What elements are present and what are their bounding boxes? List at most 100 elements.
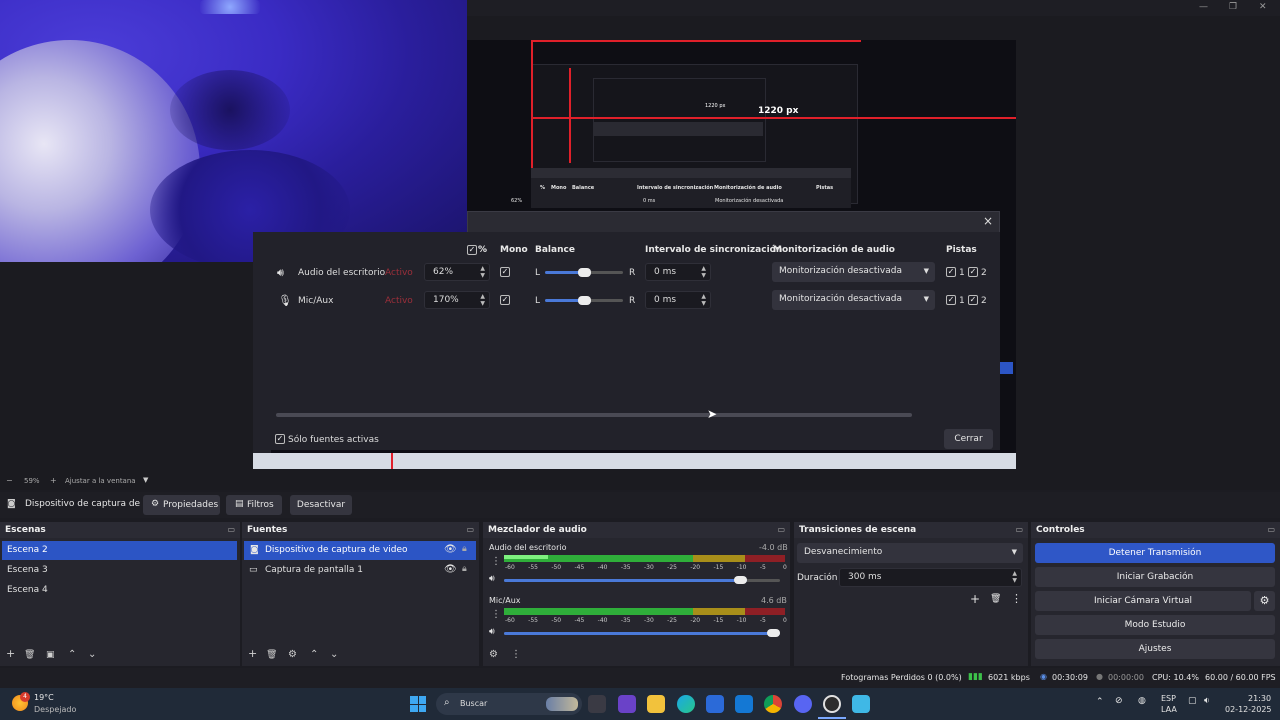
close-button[interactable]: Cerrar	[944, 429, 993, 449]
mixer-title: Mezclador de audio	[483, 522, 790, 538]
move-down-icon[interactable]: ⌄	[330, 649, 338, 660]
more-options-icon[interactable]: ⋮	[511, 649, 521, 660]
outlook-icon[interactable]	[735, 695, 753, 713]
speaker-icon[interactable]: 🔊︎	[489, 574, 495, 584]
horizontal-scrollbar[interactable]	[276, 413, 912, 417]
maximize-icon[interactable]: ❐	[1229, 2, 1237, 12]
file-explorer-icon[interactable]	[647, 695, 665, 713]
chevron-up-icon[interactable]: ⌃	[1096, 697, 1104, 707]
zoom-in-icon[interactable]: +	[50, 476, 57, 485]
add-icon[interactable]: +	[970, 592, 980, 606]
trash-icon[interactable]: 🗑︎	[990, 594, 1001, 604]
sync-input-desktop[interactable]: 0 ms ▲ ▼	[645, 263, 711, 281]
studio-mode-button[interactable]: Modo Estudio	[1035, 615, 1275, 635]
filter-icon[interactable]: ▣	[46, 650, 55, 660]
only-active-checkbox[interactable]: ✓	[275, 434, 285, 444]
source-item[interactable]: Dispositivo de captura de video	[244, 541, 476, 560]
close-window-icon[interactable]: ✕	[1259, 2, 1267, 12]
scene-item[interactable]: Escena 2	[2, 541, 237, 560]
speaker-icon[interactable]: 🔊︎	[489, 627, 495, 637]
minimize-icon[interactable]: —	[1199, 2, 1208, 12]
fit-window-label[interactable]: Ajustar a la ventana	[65, 477, 136, 485]
app-tray-icon[interactable]: ◍	[1138, 696, 1146, 706]
windows-start-icon[interactable]	[410, 696, 426, 712]
volume-spin-mic[interactable]: ▲ ▼	[480, 293, 485, 307]
duration-spin[interactable]: ▲ ▼	[1012, 570, 1017, 584]
add-icon[interactable]: +	[6, 647, 15, 660]
task-view-icon[interactable]	[588, 695, 606, 713]
start-recording-button[interactable]: Iniciar Grabación	[1035, 567, 1275, 587]
app-f-icon[interactable]	[852, 695, 870, 713]
trash-icon[interactable]: 🗑︎	[266, 650, 277, 660]
monitor-select-mic[interactable]: Monitorización desactivada ▼	[772, 290, 935, 310]
discord-icon[interactable]	[794, 695, 812, 713]
mono-checkbox-mic[interactable]: ✓	[500, 295, 510, 305]
volume-spin-desktop[interactable]: ▲ ▼	[480, 265, 485, 279]
volume-input-mic[interactable]: 170% ▲ ▼	[424, 291, 490, 309]
gear-icon[interactable]: ⚙	[288, 649, 297, 660]
lock-icon[interactable]: 🔒︎	[462, 544, 467, 554]
sync-spin-desktop[interactable]: ▲ ▼	[701, 265, 706, 279]
header-checkbox[interactable]: ✓	[467, 245, 477, 255]
properties-button[interactable]: ⚙ Propiedades	[143, 495, 220, 515]
sync-input-mic[interactable]: 0 ms ▲ ▼	[645, 291, 711, 309]
scene-item[interactable]: Escena 4	[2, 581, 237, 600]
volume-slider-knob[interactable]	[734, 576, 747, 584]
volume-input-desktop[interactable]: 62% ▲ ▼	[424, 263, 490, 281]
eye-icon[interactable]: 👁︎	[444, 544, 457, 555]
deactivate-button[interactable]: Desactivar	[290, 495, 352, 515]
volume-slider-knob[interactable]	[767, 629, 780, 637]
chevron-down-icon[interactable]: ▼	[143, 476, 148, 484]
obs-icon[interactable]	[823, 695, 841, 713]
scene-item[interactable]: Escena 3	[2, 561, 237, 580]
virtual-camera-settings-icon[interactable]: ⚙	[1254, 591, 1275, 611]
dock-menu-icon[interactable]: ▭	[227, 525, 235, 534]
app-icon[interactable]	[618, 695, 636, 713]
more-options-icon[interactable]: ⋮	[1011, 592, 1022, 605]
language-top[interactable]: ESP	[1161, 694, 1176, 703]
balance-knob-mic[interactable]	[578, 296, 591, 305]
move-up-icon[interactable]: ⌃	[68, 649, 76, 660]
mono-checkbox-desktop[interactable]: ✓	[500, 267, 510, 277]
move-up-icon[interactable]: ⌃	[310, 649, 318, 660]
dock-menu-icon[interactable]: ▭	[777, 525, 785, 534]
clock-date[interactable]: 02-12-2025	[1225, 705, 1272, 714]
taskbar-search[interactable]: ⌕ Buscar	[436, 693, 582, 715]
move-down-icon[interactable]: ⌄	[88, 649, 96, 660]
clock-time[interactable]: 21:30	[1248, 694, 1271, 703]
track2-checkbox-mic[interactable]: ✓	[968, 295, 978, 305]
wifi-icon[interactable]: ▢	[1188, 696, 1197, 706]
network-icon[interactable]: ⊘	[1115, 696, 1123, 706]
store-icon[interactable]	[706, 695, 724, 713]
dock-menu-icon[interactable]: ▭	[466, 525, 474, 534]
language-bottom[interactable]: LAA	[1161, 705, 1177, 714]
eye-icon[interactable]: 👁︎	[444, 564, 457, 575]
zoom-out-icon[interactable]: −	[6, 476, 13, 485]
stop-streaming-button[interactable]: Detener Transmisión	[1035, 543, 1275, 563]
track2-checkbox-desktop[interactable]: ✓	[968, 267, 978, 277]
trash-icon[interactable]: 🗑︎	[24, 650, 35, 660]
sync-spin-mic[interactable]: ▲ ▼	[701, 293, 706, 307]
gear-icon[interactable]: ⚙	[489, 649, 498, 660]
transition-select[interactable]: Desvanecimiento ▼	[797, 543, 1023, 563]
track1-checkbox-mic[interactable]: ✓	[946, 295, 956, 305]
monitor-select-desktop[interactable]: Monitorización desactivada ▼	[772, 262, 935, 282]
dock-menu-icon[interactable]: ▭	[1015, 525, 1023, 534]
dock-menu-icon[interactable]: ▭	[1267, 525, 1275, 534]
source-item[interactable]: Captura de pantalla 1	[244, 561, 476, 580]
settings-button[interactable]: Ajustes	[1035, 639, 1275, 659]
start-virtual-camera-button[interactable]: Iniciar Cámara Virtual	[1035, 591, 1251, 611]
balance-knob-desktop[interactable]	[578, 268, 591, 277]
meter-scale-label: 0	[783, 617, 787, 624]
channel-options-icon[interactable]: ⋮	[491, 556, 501, 567]
chrome-icon[interactable]	[764, 695, 782, 713]
lock-icon[interactable]: 🔒︎	[462, 564, 467, 574]
volume-icon[interactable]: 🔉︎	[1204, 696, 1210, 706]
channel-options-icon[interactable]: ⋮	[491, 609, 501, 620]
filters-button[interactable]: ▤ Filtros	[226, 495, 282, 515]
edge-icon[interactable]	[677, 695, 695, 713]
dialog-close-icon[interactable]: ×	[983, 214, 993, 228]
duration-input[interactable]: 300 ms ▲ ▼	[839, 568, 1022, 587]
track1-checkbox-desktop[interactable]: ✓	[946, 267, 956, 277]
add-icon[interactable]: +	[248, 647, 257, 660]
